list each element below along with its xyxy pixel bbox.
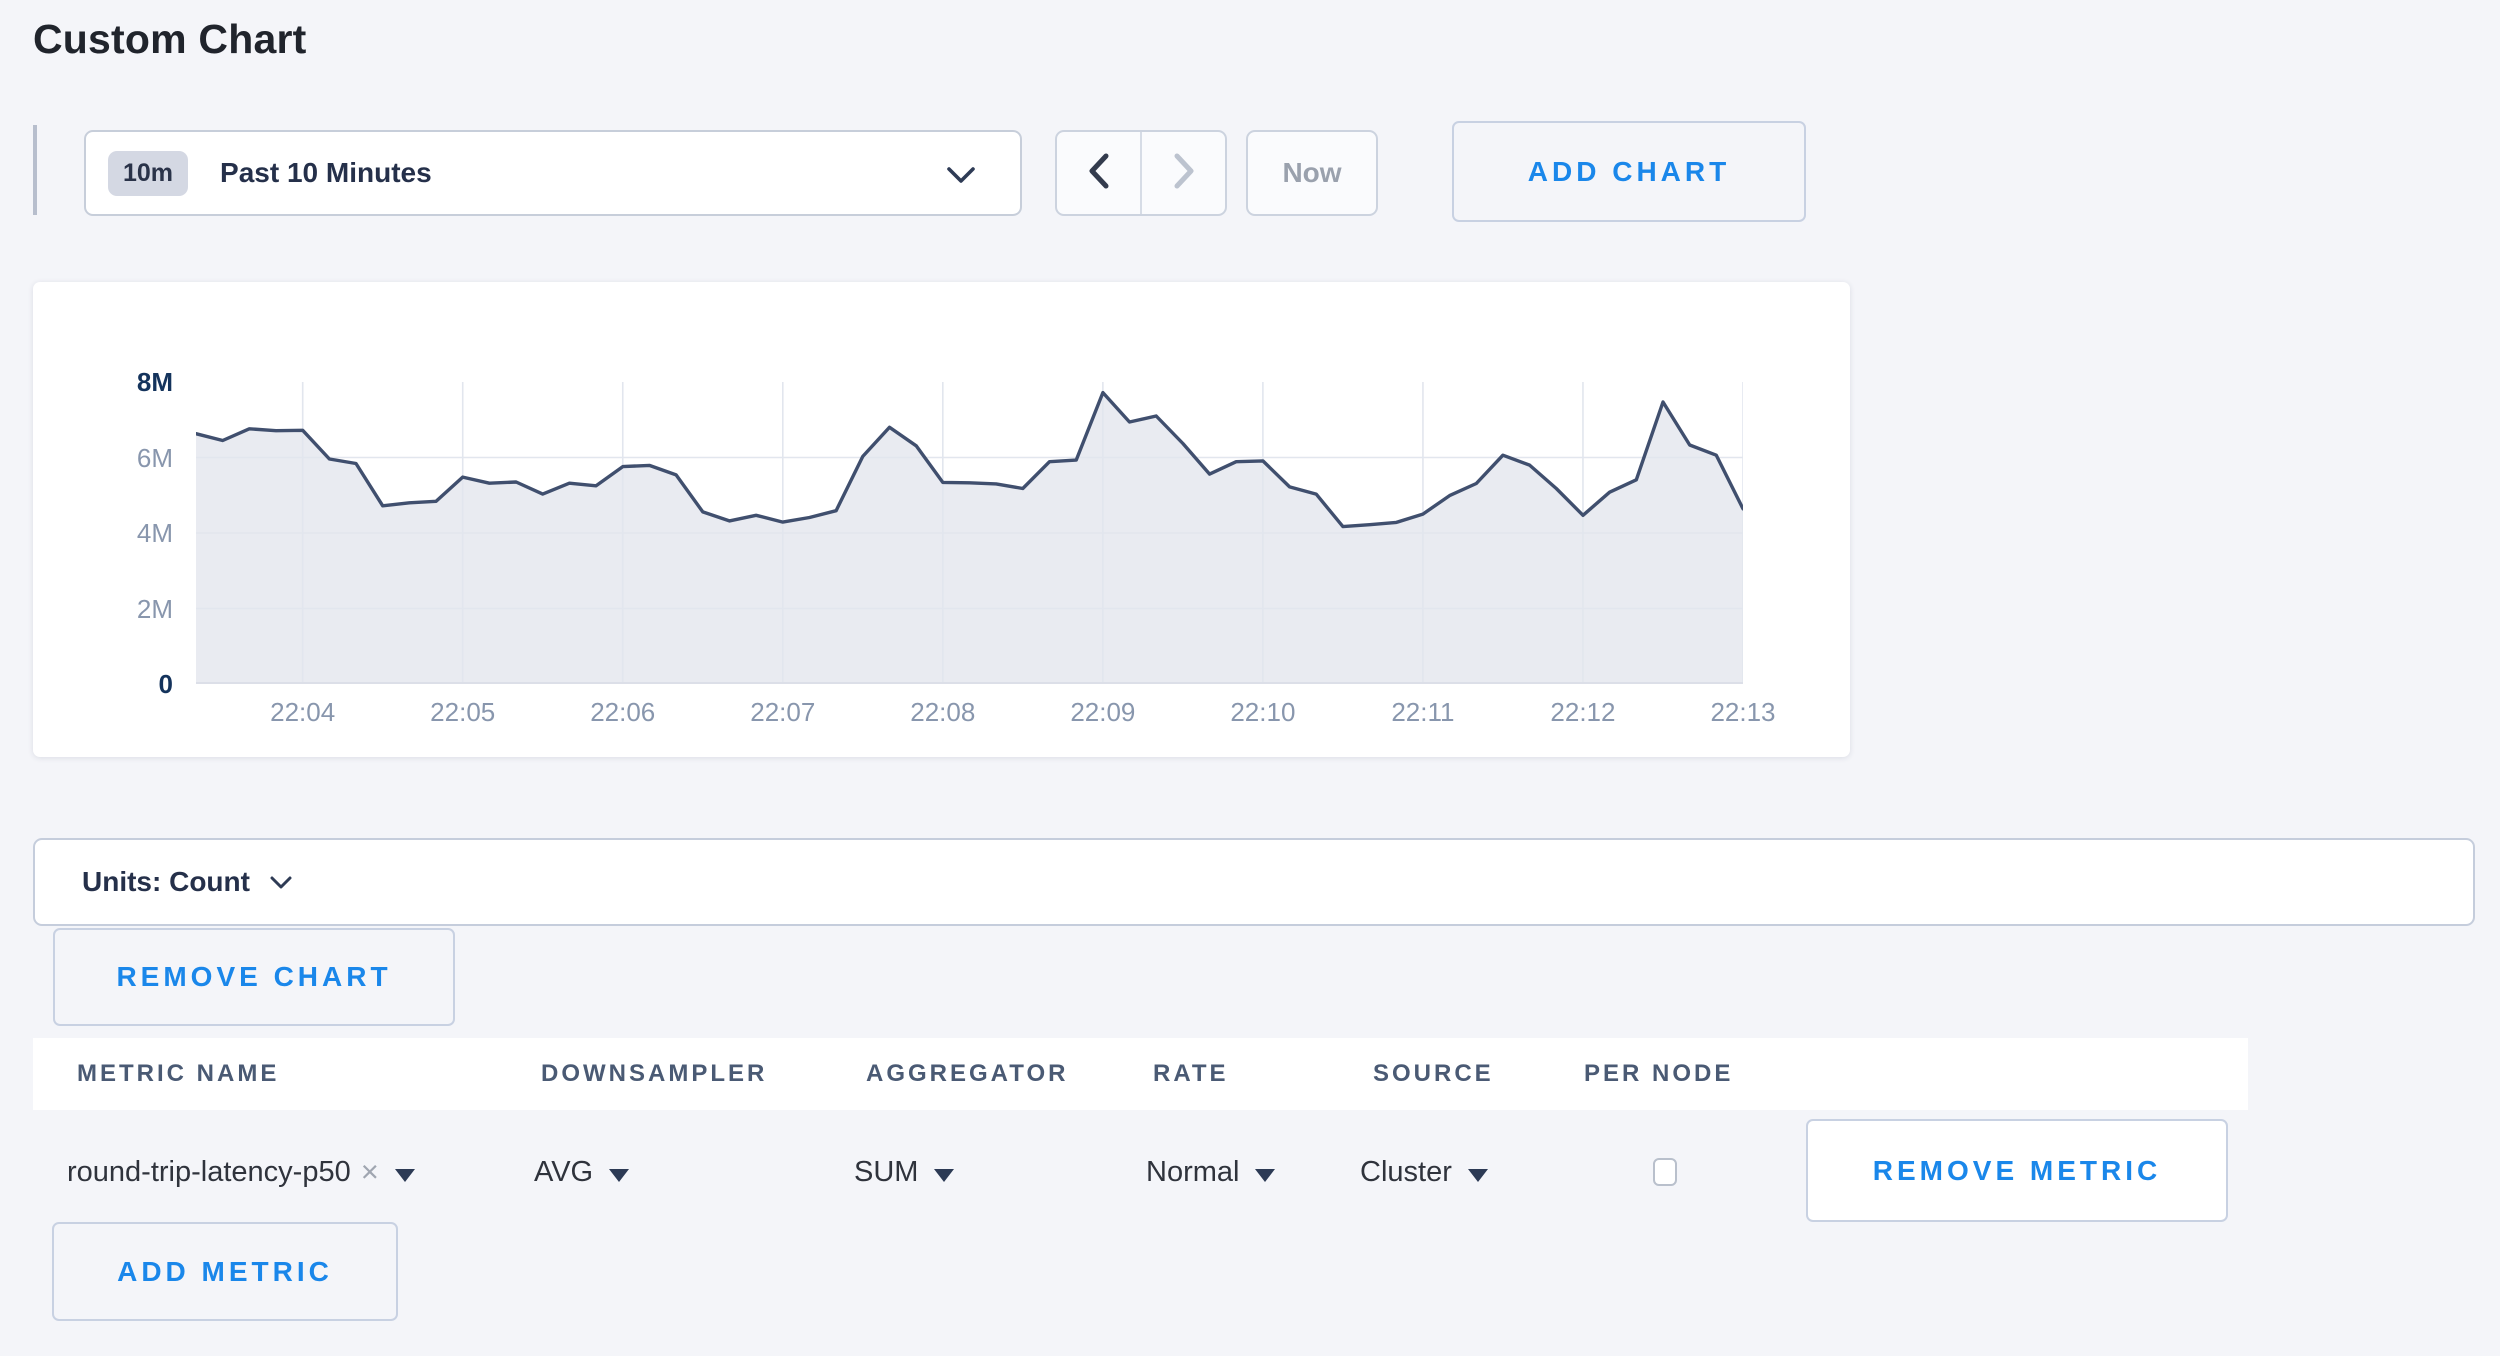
- aggregator-dropdown[interactable]: SUM: [854, 1144, 954, 1200]
- x-axis-tick-label: 22:05: [403, 697, 523, 728]
- time-range-label: Past 10 Minutes: [220, 157, 432, 189]
- y-axis-tick-label: 2M: [33, 593, 173, 625]
- source-dropdown[interactable]: Cluster: [1360, 1144, 1488, 1200]
- column-header-aggregator: AGGREGATOR: [866, 1038, 1068, 1110]
- aggregator-value: SUM: [854, 1156, 918, 1189]
- column-header-source: SOURCE: [1373, 1038, 1494, 1110]
- dropdown-caret-icon: [1255, 1169, 1275, 1182]
- chevron-down-icon: [946, 166, 976, 190]
- dropdown-caret-icon: [934, 1169, 954, 1182]
- units-dropdown[interactable]: Units: Count: [33, 838, 2475, 926]
- x-axis-tick-label: 22:09: [1043, 697, 1163, 728]
- metric-name-dropdown[interactable]: round-trip-latency-p50 ×: [67, 1144, 415, 1200]
- column-header-downsampler: DOWNSAMPLER: [541, 1038, 767, 1110]
- add-metric-button[interactable]: ADD METRIC: [52, 1222, 398, 1321]
- rate-value: Normal: [1146, 1156, 1239, 1189]
- chevron-left-icon: [1086, 152, 1112, 195]
- column-header-rate: RATE: [1153, 1038, 1229, 1110]
- metric-name-value: round-trip-latency-p50: [67, 1156, 351, 1189]
- x-axis-tick-label: 22:07: [723, 697, 843, 728]
- dropdown-caret-icon: [609, 1169, 629, 1182]
- now-button[interactable]: Now: [1246, 130, 1378, 216]
- x-axis-tick-label: 22:08: [883, 697, 1003, 728]
- dropdown-caret-icon: [395, 1169, 415, 1182]
- previous-time-button[interactable]: [1057, 132, 1142, 214]
- chevron-right-icon: [1171, 152, 1197, 195]
- metrics-table-header: METRIC NAME DOWNSAMPLER AGGREGATOR RATE …: [33, 1038, 2248, 1110]
- add-chart-button[interactable]: ADD CHART: [1452, 121, 1806, 222]
- downsampler-dropdown[interactable]: AVG: [534, 1144, 629, 1200]
- toolbar-accent-divider: [33, 125, 37, 215]
- units-label: Units: Count: [82, 866, 250, 898]
- time-range-dropdown[interactable]: 10m Past 10 Minutes: [84, 130, 1022, 216]
- page-title: Custom Chart: [33, 16, 306, 63]
- column-header-per-node: PER NODE: [1584, 1038, 1733, 1110]
- column-header-metric-name: METRIC NAME: [77, 1038, 279, 1110]
- source-value: Cluster: [1360, 1156, 1452, 1189]
- x-axis-tick-label: 22:12: [1523, 697, 1643, 728]
- rate-dropdown[interactable]: Normal: [1146, 1144, 1275, 1200]
- y-axis-tick-label: 6M: [33, 442, 173, 474]
- x-axis-tick-label: 22:06: [563, 697, 683, 728]
- chart-plot-area[interactable]: [196, 382, 1743, 684]
- y-axis-tick-label: 8M: [33, 366, 173, 398]
- downsampler-value: AVG: [534, 1156, 593, 1189]
- y-axis-tick-label: 0: [33, 668, 173, 700]
- y-axis-tick-label: 4M: [33, 517, 173, 549]
- remove-chart-button[interactable]: REMOVE CHART: [53, 928, 455, 1026]
- x-axis-tick-label: 22:13: [1683, 697, 1803, 728]
- x-axis-tick-label: 22:04: [243, 697, 363, 728]
- custom-chart-page: Custom Chart 10m Past 10 Minutes Now ADD…: [0, 0, 2500, 1356]
- dropdown-caret-icon: [1468, 1169, 1488, 1182]
- time-range-badge: 10m: [108, 151, 188, 196]
- x-axis-tick-label: 22:10: [1203, 697, 1323, 728]
- per-node-checkbox[interactable]: [1653, 1158, 1677, 1186]
- x-axis-tick-label: 22:11: [1363, 697, 1483, 728]
- close-icon[interactable]: ×: [361, 1154, 379, 1190]
- chart-card: 0 2M 4M 6M 8M 22:04 22:05 22:06 22:07 22:08 22:09…: [33, 282, 1850, 757]
- time-step-button-group: [1055, 130, 1227, 216]
- chevron-down-icon: [270, 876, 292, 895]
- next-time-button[interactable]: [1142, 132, 1225, 214]
- remove-metric-button[interactable]: REMOVE METRIC: [1806, 1119, 2228, 1222]
